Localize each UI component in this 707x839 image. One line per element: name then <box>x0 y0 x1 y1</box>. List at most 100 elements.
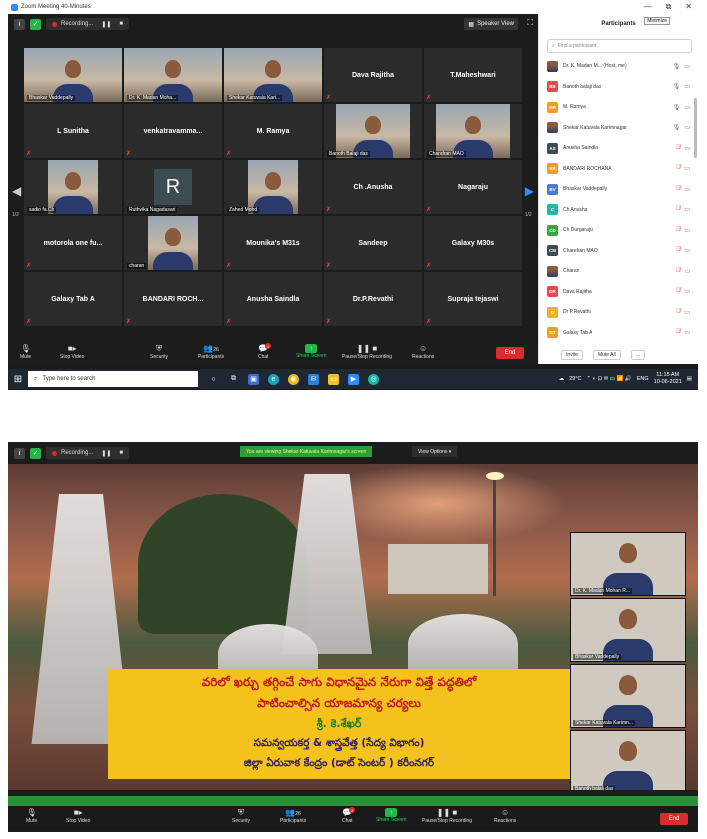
microphone-icon[interactable]: 🎙 <box>673 124 681 131</box>
participant-tile[interactable]: Anusha Saindla ✗ <box>224 272 322 326</box>
video-camera-icon[interactable]: ▭ <box>684 83 690 90</box>
info-icon[interactable]: i <box>14 447 25 459</box>
stop-recording-icon[interactable]: ■ <box>119 21 123 27</box>
pause-recording-icon[interactable]: ❚❚ <box>101 450 111 457</box>
muted-mic-icon[interactable]: 🎙̸ <box>676 247 681 254</box>
participant-row[interactable]: Dr. K. Madan M... (Host, me) 🎙 ▭ <box>539 56 698 77</box>
next-page-button[interactable]: ▶ 1/2 <box>525 184 534 218</box>
reactions-button[interactable]: ☺ Reactions <box>494 808 516 824</box>
participant-row[interactable]: DR Dava Rajitha 🎙̸ ▭ <box>539 282 698 303</box>
participant-tile[interactable]: motorola one fu... ✗ <box>24 216 122 270</box>
video-camera-icon[interactable]: ▭ <box>684 186 690 193</box>
stop-video-button[interactable]: ■▸ Stop Video <box>60 344 84 360</box>
app-icon[interactable]: ◎ <box>368 373 379 385</box>
participant-row[interactable]: MR M. Ramya 🎙 ▭ <box>539 97 698 118</box>
video-camera-icon[interactable]: ▭ <box>684 124 690 131</box>
muted-mic-icon[interactable]: 🎙̸ <box>676 165 681 172</box>
task-view-icon[interactable]: ⧉ <box>228 374 239 385</box>
participant-tile[interactable]: L Sunitha ✗ <box>24 104 122 158</box>
language-indicator[interactable]: ENG <box>637 376 649 382</box>
minimize-window-button[interactable]: — <box>644 2 652 12</box>
participant-row[interactable]: Charan 🎙̸ ▭ <box>539 261 698 282</box>
microphone-icon[interactable]: 🎙 <box>673 104 681 111</box>
participant-tile[interactable]: Galaxy Tab A ✗ <box>24 272 122 326</box>
pause-stop-recording-button[interactable]: ❚❚ ■ Pause/Stop Recording <box>422 808 472 824</box>
participants-button[interactable]: 👥26 Participants <box>280 808 306 824</box>
muted-mic-icon[interactable]: 🎙̸ <box>676 288 681 295</box>
invite-button[interactable]: Invite <box>561 350 583 360</box>
maximize-window-button[interactable]: ⧉ <box>666 2 672 12</box>
participant-row[interactable]: AS Anusha Saindla 🎙̸ ▭ <box>539 138 698 159</box>
mute-button[interactable]: 🎙 Mute <box>20 344 31 360</box>
video-off-icon[interactable]: ▭ <box>684 227 690 234</box>
participant-tile[interactable]: Ch .Anusha ✗ <box>324 160 422 214</box>
view-options-button[interactable]: View Options ▾ <box>412 446 458 457</box>
participants-button[interactable]: 👥26 Participants <box>198 344 224 360</box>
video-camera-icon[interactable]: ▭ <box>684 247 690 254</box>
muted-mic-icon[interactable]: 🎙̸ <box>676 309 681 316</box>
video-off-icon[interactable]: ▭ <box>684 288 690 295</box>
chrome-icon[interactable]: ◉ <box>288 373 299 385</box>
fullscreen-icon[interactable]: ⛶ <box>527 18 533 28</box>
stop-video-button[interactable]: ■▸ Stop Video <box>66 808 90 824</box>
speaker-thumbnail[interactable]: Banoth balaji das <box>570 730 686 790</box>
participant-tile[interactable]: Dava Rajitha ✗ <box>324 48 422 102</box>
participant-tile[interactable]: Zahed Mohd <box>224 160 322 214</box>
video-off-icon[interactable]: ▭ <box>684 145 690 152</box>
mute-button[interactable]: 🎙 Mute <box>26 808 37 824</box>
more-options-button[interactable]: ... <box>630 350 645 360</box>
previous-page-button[interactable]: ◀ 1/2 <box>12 184 21 218</box>
participant-tile[interactable]: Chandran MAO <box>424 104 522 158</box>
participant-tile[interactable]: charan <box>124 216 222 270</box>
muted-mic-icon[interactable]: 🎙̸ <box>676 227 681 234</box>
chat-button[interactable]: 💬 2 Chat <box>258 343 272 360</box>
participant-tile[interactable]: Galaxy M30s ✗ <box>424 216 522 270</box>
participant-tile[interactable]: Dr. K. Madan Moha... <box>124 48 222 102</box>
muted-mic-icon[interactable]: 🎙̸ <box>676 206 681 213</box>
participant-row[interactable]: CD Ch Durgaraju 🎙̸ ▭ <box>539 220 698 241</box>
participant-row[interactable]: Shekar Katuvala Karimnagar 🎙 ▭ <box>539 118 698 139</box>
tray-icons[interactable]: ⌃ ◐ ⊡ ✉ ▭ 📶 🔊 <box>587 376 632 382</box>
participant-tile[interactable]: Supraja tejaswi ✗ <box>424 272 522 326</box>
participant-tile[interactable]: Dr.P.Revathi ✗ <box>324 272 422 326</box>
participant-list-scrollbar[interactable] <box>694 98 697 158</box>
minimize-tooltip[interactable]: Minimize <box>644 17 670 25</box>
participant-row[interactable]: BB Banoth balaji das 🎙 ▭ <box>539 77 698 98</box>
info-icon[interactable]: i <box>14 18 25 30</box>
participant-tile[interactable]: T.Maheshwari ✗ <box>424 48 522 102</box>
mail-icon[interactable]: ✉ <box>308 373 319 385</box>
video-camera-icon[interactable]: ▭ <box>684 268 690 275</box>
participant-tile[interactable]: Mounika's M31s ✗ <box>224 216 322 270</box>
participant-tile[interactable]: Shekar Katuvala Kari... <box>224 48 322 102</box>
participant-tile[interactable]: Banoth Balaji das <box>324 104 422 158</box>
speaker-view-button[interactable]: ▦ Speaker View <box>464 18 518 30</box>
notification-icon[interactable]: ▤ <box>687 376 692 382</box>
participant-tile[interactable]: BANDARI ROCH... ✗ <box>124 272 222 326</box>
participant-row[interactable]: C Ch Anusha 🎙̸ ▭ <box>539 200 698 221</box>
taskbar-search-input[interactable]: ⌕ Type here to search <box>28 371 198 387</box>
security-button[interactable]: ⛨ Security <box>232 808 250 824</box>
edge-icon[interactable]: e <box>268 373 279 385</box>
speaker-thumbnail[interactable]: Shekar Katuvala Karimn... <box>570 664 686 728</box>
share-screen-button[interactable]: ↑ Share Screen <box>296 344 327 359</box>
participant-tile[interactable]: R Ruthvika Nagadasari <box>124 160 222 214</box>
close-window-button[interactable]: ✕ <box>685 2 692 12</box>
muted-mic-icon[interactable]: 🎙̸ <box>676 145 681 152</box>
participant-row[interactable]: BR BANDARI ROCHANA 🎙̸ ▭ <box>539 159 698 180</box>
muted-mic-icon[interactable]: 🎙̸ <box>676 186 681 193</box>
reactions-button[interactable]: ☺ Reactions <box>412 344 434 360</box>
shield-icon[interactable]: ✓ <box>30 18 41 30</box>
video-off-icon[interactable]: ▭ <box>684 309 690 316</box>
windows-start-icon[interactable]: ⊞ <box>8 369 28 389</box>
file-explorer-icon[interactable]: ▭ <box>328 373 339 385</box>
participant-row[interactable]: CM Chandran MAO 🎙̸ ▭ <box>539 241 698 262</box>
security-button[interactable]: ⛨ Security <box>150 344 168 360</box>
participant-tile[interactable]: Nagaraju ✗ <box>424 160 522 214</box>
pause-recording-icon[interactable]: ❚❚ <box>101 21 111 28</box>
video-off-icon[interactable]: ▭ <box>684 329 690 336</box>
speaker-thumbnail[interactable]: Dr. K. Madan Mohan R... <box>570 532 686 596</box>
cortana-icon[interactable]: ○ <box>208 374 219 385</box>
share-screen-button[interactable]: ↑ Share Screen <box>376 808 407 823</box>
chat-button[interactable]: 💬 2 Chat <box>342 807 356 824</box>
video-off-icon[interactable]: ▭ <box>684 165 690 172</box>
